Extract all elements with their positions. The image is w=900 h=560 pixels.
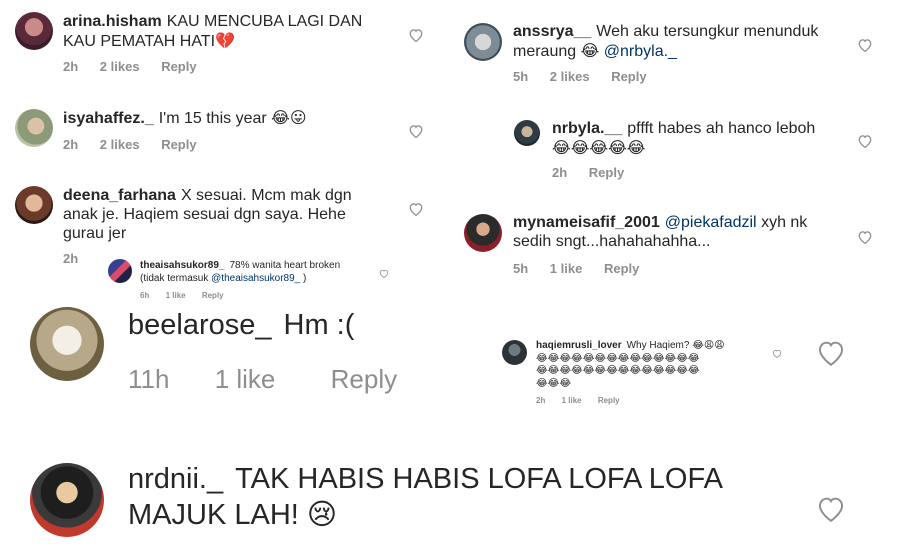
comment-mention[interactable]: @theaisahsukor89_ xyxy=(211,273,300,284)
heart-icon[interactable] xyxy=(816,339,846,366)
comment-mention[interactable]: @nrbyla._ xyxy=(604,43,677,60)
comment-text: mynameisafif_2001 @piekafadzil xyh nk sed… xyxy=(513,213,813,251)
comment-username[interactable]: arina.hisham xyxy=(63,13,162,30)
heart-icon[interactable] xyxy=(816,495,846,522)
comment-username[interactable]: haqiemrusli_lover xyxy=(536,340,622,351)
avatar[interactable] xyxy=(464,23,502,61)
comment-time: 5h xyxy=(513,69,529,84)
comment-body: Hm :( xyxy=(283,309,355,341)
comment-time: 11h xyxy=(128,364,170,394)
likes-count[interactable]: 1 like xyxy=(562,396,582,405)
comment-body: pffft habes ah hanco leboh xyxy=(627,120,816,137)
comment-text: deena_farhana X sesuai. Mcm mak dgn anak … xyxy=(63,186,363,244)
reply-button[interactable]: Reply xyxy=(331,364,397,395)
avatar[interactable] xyxy=(15,186,53,224)
comment-emoji: 😂😛 xyxy=(271,108,307,127)
likes-count[interactable]: 1 like xyxy=(215,364,276,395)
avatar[interactable] xyxy=(514,120,540,146)
comment-username[interactable]: isyahaffez._ xyxy=(63,110,154,127)
comment-meta: 5h 1 like Reply xyxy=(513,261,639,276)
avatar[interactable] xyxy=(15,12,53,50)
reply-button[interactable]: Reply xyxy=(161,137,196,152)
likes-count[interactable]: 2 likes xyxy=(550,69,590,84)
comment-body: Why Haqiem? xyxy=(626,340,690,351)
comment-text: theaisahsukor89_ 78% wanita heart broken … xyxy=(140,260,365,285)
avatar[interactable] xyxy=(502,340,527,365)
avatar[interactable] xyxy=(30,463,104,537)
comment-username[interactable]: mynameisafif_2001 xyxy=(513,214,660,231)
comment-text: haqiemrusli_lover Why Haqiem? 😂😩😩 😂😂😂😂😂😂😂… xyxy=(536,340,761,390)
comment-text: nrbyla.__ pffft habes ah hanco leboh 😂😂😂😂😂 xyxy=(552,119,842,158)
avatar[interactable] xyxy=(30,307,104,381)
comment-username[interactable]: beelarose_ xyxy=(128,309,272,341)
comment-meta: 2h 2 likes Reply xyxy=(63,59,197,74)
comment-body-end: ) xyxy=(303,272,307,284)
comment-emoji: 💔 xyxy=(215,31,235,51)
heart-icon[interactable] xyxy=(857,230,873,244)
comment-meta: 2h xyxy=(63,251,78,266)
comment-meta: 5h 2 likes Reply xyxy=(513,69,647,84)
comment-username[interactable]: nrdnii._ xyxy=(128,463,223,495)
comment-emoji: 😂😂😂😂😂 xyxy=(552,138,646,158)
avatar[interactable] xyxy=(15,109,53,147)
comment-time: 2h xyxy=(63,137,79,152)
comment-mention[interactable]: @piekafadzil xyxy=(665,214,757,231)
comment-text: beelarose_ Hm :( xyxy=(128,308,428,343)
comment-meta: 2h 1 like Reply xyxy=(536,396,620,405)
comment-meta: 2h Reply xyxy=(552,165,624,180)
avatar[interactable] xyxy=(464,214,502,252)
likes-count[interactable]: 1 like xyxy=(550,261,583,276)
heart-icon[interactable] xyxy=(857,38,873,52)
heart-icon[interactable] xyxy=(857,134,873,148)
likes-count[interactable]: 2 likes xyxy=(100,137,140,152)
comment-time: 2h xyxy=(536,396,546,405)
reply-button[interactable]: Reply xyxy=(161,59,196,74)
comment-emoji-row: 😂😂😂😂😂😂😂😂😂😂😂😂😂😂 xyxy=(536,365,700,376)
comment-emoji: 😢 xyxy=(306,497,338,532)
likes-count[interactable]: 2 likes xyxy=(100,59,140,74)
heart-icon[interactable] xyxy=(379,269,389,278)
reply-button[interactable]: Reply xyxy=(598,396,620,405)
avatar[interactable] xyxy=(108,259,132,283)
comment-meta: 2h 2 likes Reply xyxy=(63,137,197,152)
comment-username[interactable]: theaisahsukor89_ xyxy=(140,260,225,271)
comment-text: nrdnii._ TAK HABIS HABIS LOFA LOFA LOFA M… xyxy=(128,462,808,534)
comment-time: 2h xyxy=(63,251,79,266)
reply-button[interactable]: Reply xyxy=(202,291,224,300)
comment-username[interactable]: deena_farhana xyxy=(63,187,176,204)
comment-body: I'm 15 this year xyxy=(158,110,267,127)
comment-time: 2h xyxy=(63,59,79,74)
comment-text: anssrya__ Weh aku tersungkur menunduk mer… xyxy=(513,22,833,61)
comment-text: isyahaffez._ I'm 15 this year 😂😛 xyxy=(63,108,383,128)
comment-username[interactable]: nrbyla.__ xyxy=(552,120,622,137)
comment-emoji: 😂😩😩 xyxy=(692,340,725,351)
heart-icon[interactable] xyxy=(408,28,424,42)
heart-icon[interactable] xyxy=(772,349,782,358)
comment-text: arina.hisham KAU MENCUBA LAGI DAN KAU PEM… xyxy=(63,12,363,51)
comment-time: 5h xyxy=(513,261,529,276)
comment-time: 6h xyxy=(140,291,150,300)
comment-emoji: 😂 xyxy=(580,41,600,61)
likes-count[interactable]: 1 like xyxy=(166,291,186,300)
reply-button[interactable]: Reply xyxy=(611,69,646,84)
comment-meta: 6h 1 like Reply xyxy=(140,291,224,300)
comment-meta: 11h 1 like Reply xyxy=(128,364,397,395)
reply-button[interactable]: Reply xyxy=(589,165,624,180)
comment-emoji-row: 😂😂😂😂😂😂😂😂😂😂😂😂😂😂 xyxy=(536,352,700,364)
reply-button[interactable]: Reply xyxy=(604,261,639,276)
comment-username[interactable]: anssrya__ xyxy=(513,23,591,40)
heart-icon[interactable] xyxy=(408,202,424,216)
comment-emoji-row: 😂😂😂 xyxy=(536,377,572,389)
comment-time: 2h xyxy=(552,165,568,180)
heart-icon[interactable] xyxy=(408,124,424,138)
